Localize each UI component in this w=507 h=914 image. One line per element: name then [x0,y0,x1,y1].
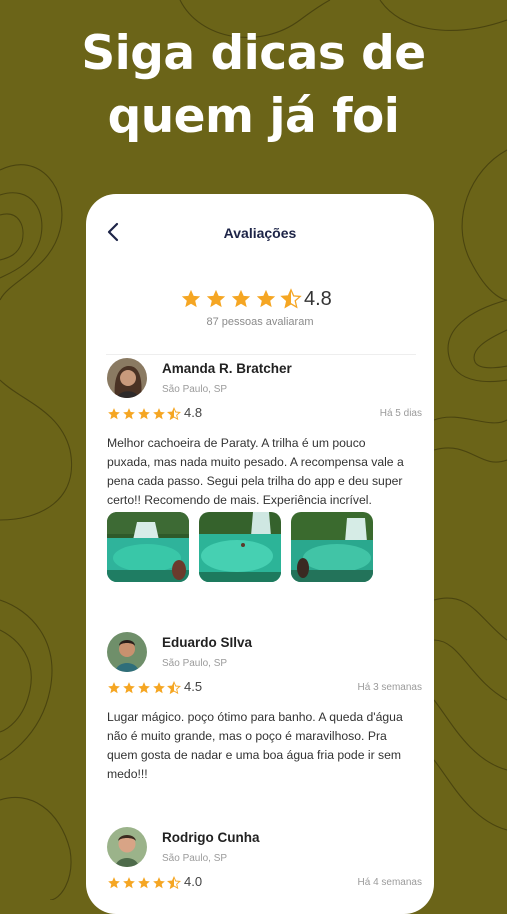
review-time: Há 4 semanas [357,877,422,888]
star-icon [206,289,226,308]
star-icon [231,289,251,308]
headline-line-2: quem já foi [107,89,400,144]
reviewer-location: São Paulo, SP [162,853,228,864]
waterfall-photo [107,512,189,582]
review-photos [107,512,373,582]
headline: Siga dicas de quem já foi [0,22,507,148]
headline-line-1: Siga dicas de [81,26,426,81]
star-icon [138,408,150,420]
star-icon [108,408,120,420]
summary-rating: 4.8 [304,288,332,310]
waterfall-photo [199,512,281,582]
waterfall-photo [291,512,373,582]
avatar-image [107,827,147,867]
star-icon [153,877,165,889]
reviewer-name: Amanda R. Bratcher [162,361,292,376]
avatar-image [107,358,147,398]
avatar [107,358,147,398]
review-photo[interactable] [107,512,189,582]
half-star-icon [280,288,302,309]
half-star-icon [167,876,181,890]
review-time: Há 3 semanas [357,682,422,693]
summary-stars [180,288,302,310]
reviewer-name: Rodrigo Cunha [162,830,260,845]
star-icon [108,877,120,889]
review-photo[interactable] [291,512,373,582]
summary-count: 87 pessoas avaliaram [206,316,314,328]
page-title: Avaliações [223,225,297,241]
half-star-icon [167,681,181,695]
review-card: Amanda R. Bratcher São Paulo, SP 4.8 Há … [86,358,434,598]
star-icon [153,408,165,420]
star-icon [123,877,135,889]
review-text: Melhor cachoeira de Paraty. A trilha é u… [107,436,404,507]
nav-bar: Avaliações [86,194,434,264]
divider [106,354,416,355]
reviewer-location: São Paulo, SP [162,658,228,669]
star-icon [256,289,276,308]
review-rating: 4.8 [184,405,203,420]
review-rating: 4.0 [184,874,203,889]
star-icon [153,682,165,694]
reviewer-location: São Paulo, SP [162,384,228,395]
avatar [107,827,147,867]
half-star-icon [167,407,181,421]
review-card: Eduardo SIlva São Paulo, SP 4.5 Há 3 sem… [86,632,434,802]
star-icon [138,877,150,889]
star-icon [123,682,135,694]
review-stars [107,681,181,695]
review-rating: 4.5 [184,679,203,694]
star-icon [138,682,150,694]
avatar-image [107,632,147,672]
review-card: Rodrigo Cunha São Paulo, SP 4.0 Há 4 sem… [86,827,434,907]
review-stars [107,407,181,421]
reviewer-name: Eduardo SIlva [162,635,253,650]
review-stars [107,876,181,890]
star-icon [181,289,201,308]
star-icon [123,408,135,420]
star-icon [108,682,120,694]
review-photo[interactable] [199,512,281,582]
avatar [107,632,147,672]
review-text: Lugar mágico. poço ótimo para banho. A q… [107,710,403,781]
review-time: Há 5 dias [379,408,422,419]
phone-screen: Avaliações 4.8 87 pessoas avaliaram Aman… [86,194,434,914]
